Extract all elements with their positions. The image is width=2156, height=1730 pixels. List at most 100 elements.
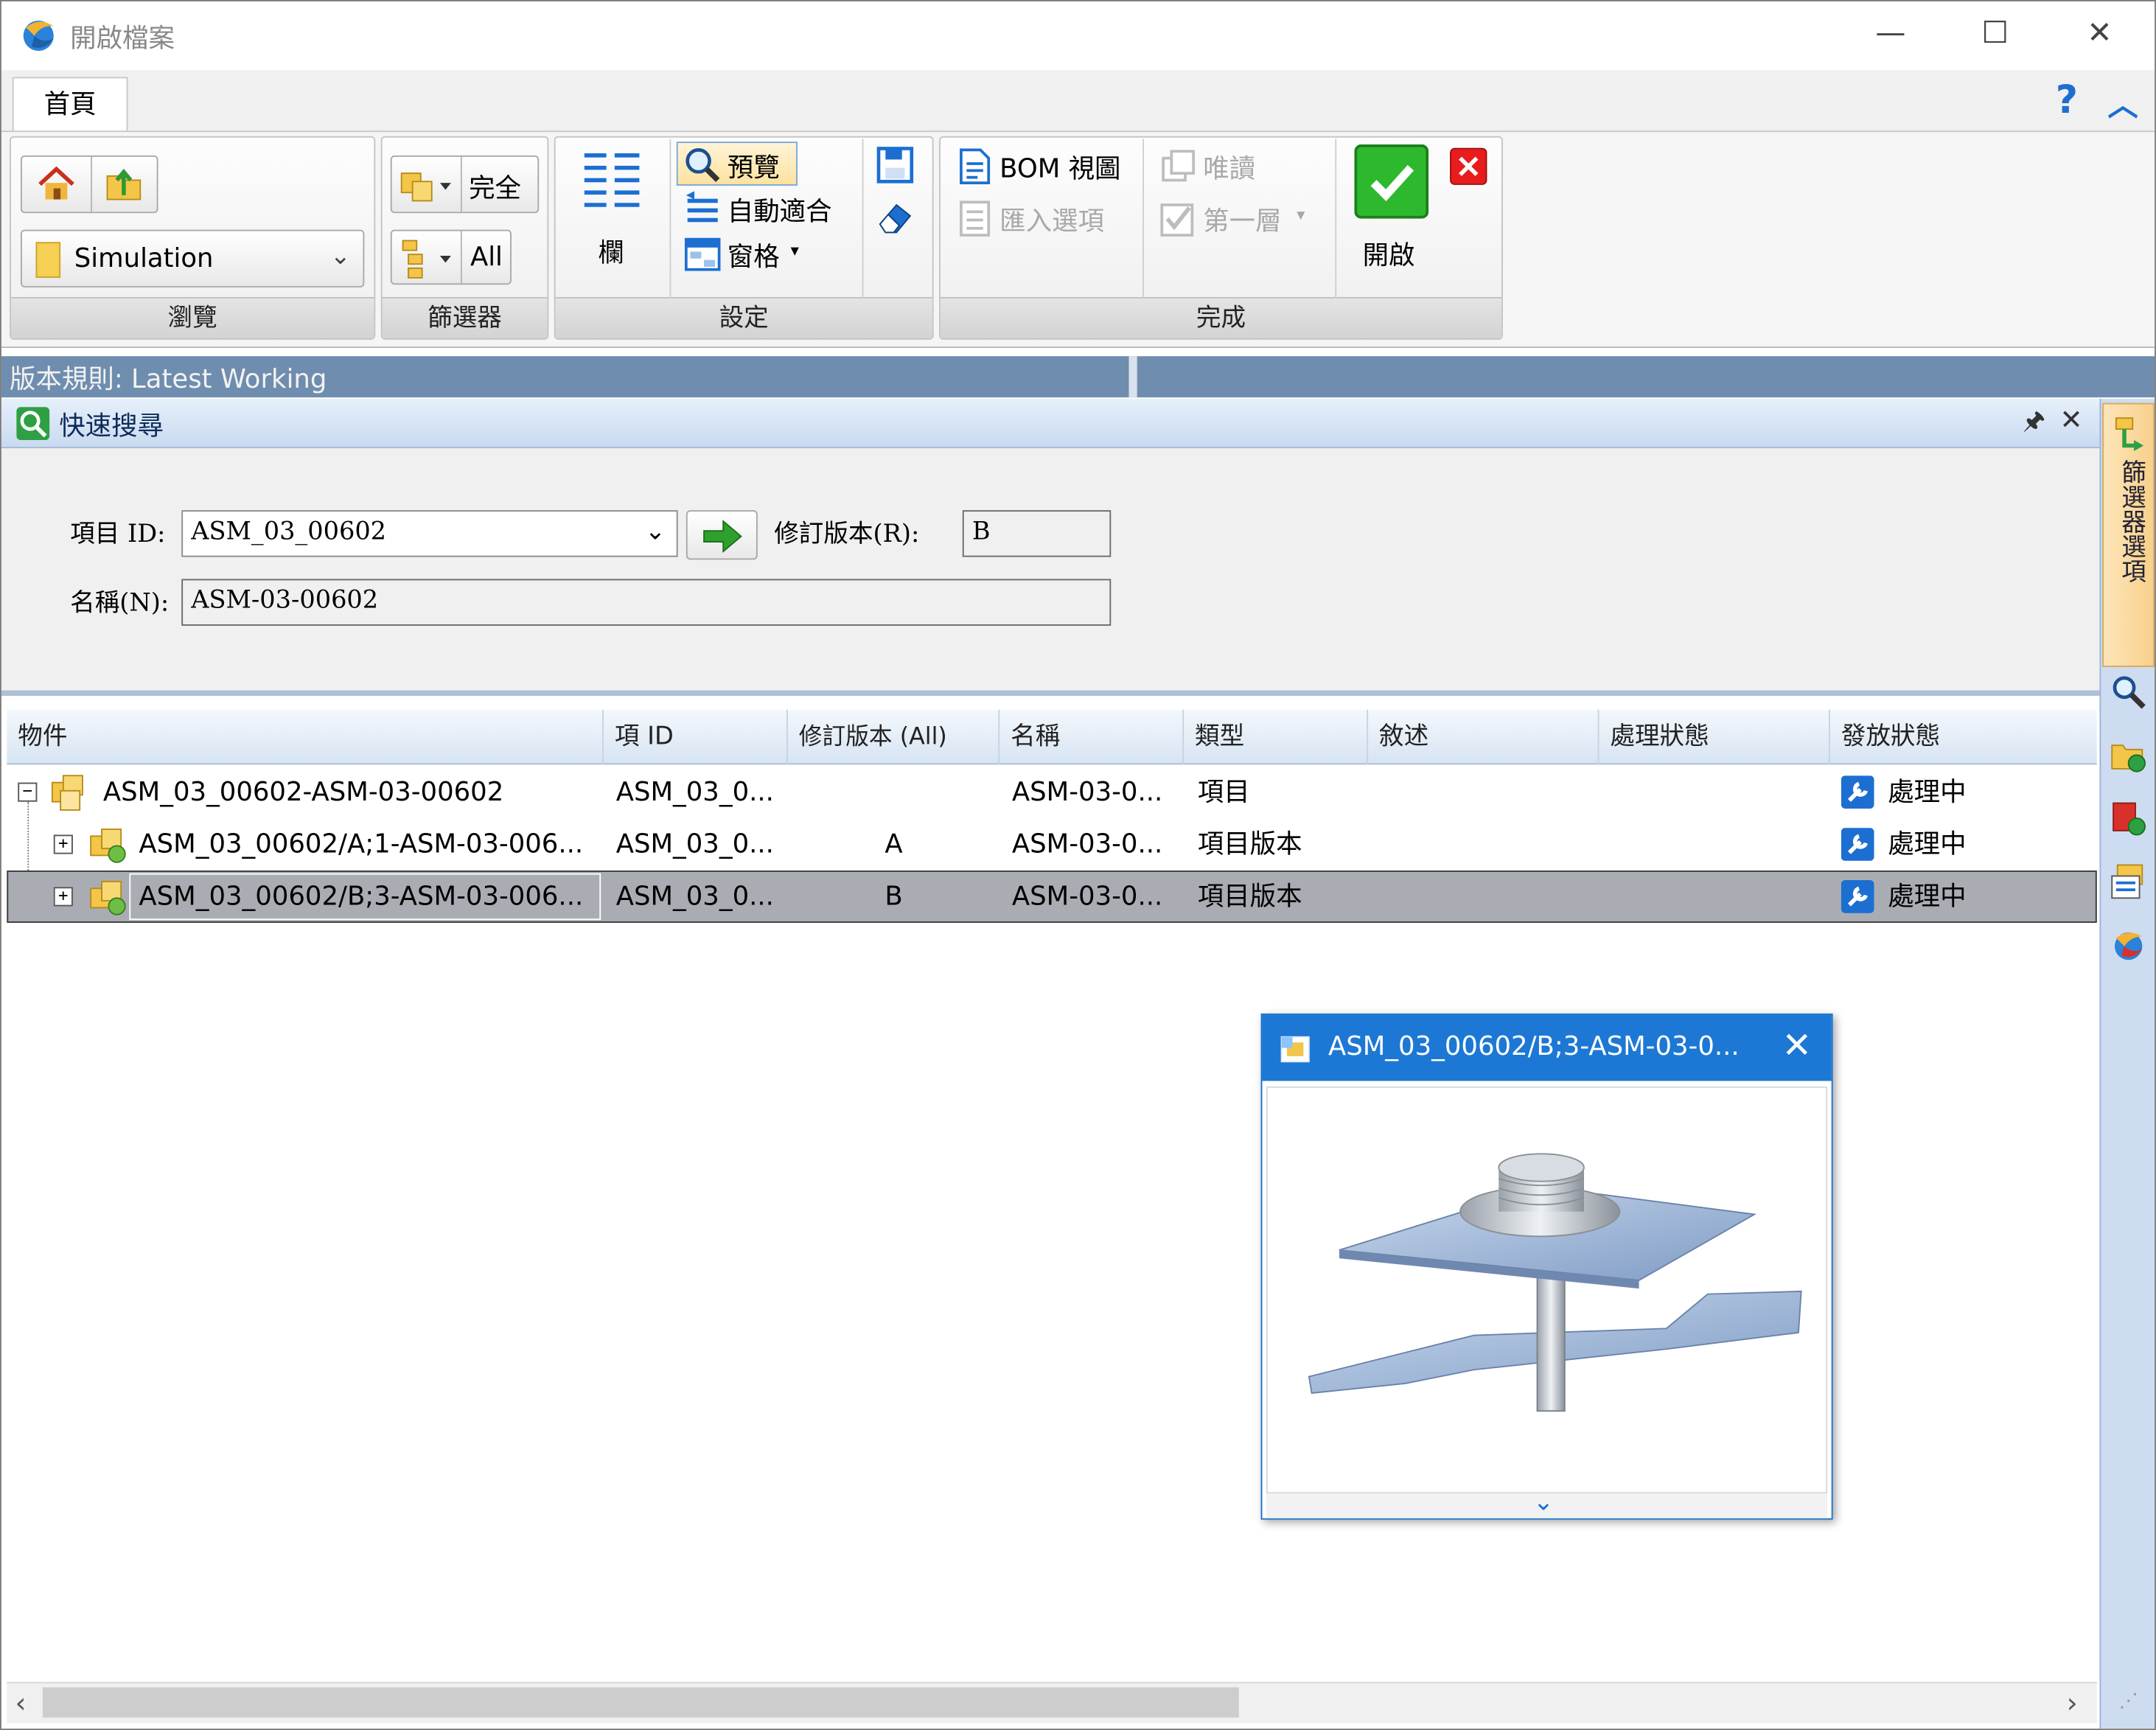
cell-type: 項目 <box>1197 777 1250 808</box>
search-icon[interactable] <box>2110 672 2148 711</box>
magnifier-icon <box>685 148 720 183</box>
scroll-right-icon[interactable]: › <box>2067 1686 2078 1719</box>
maximize-icon[interactable]: ☐ <box>1967 15 2023 57</box>
filter-tree-button[interactable] <box>397 237 455 281</box>
save-layout-icon[interactable] <box>874 144 915 186</box>
column-header-revision[interactable]: 修訂版本 (All) <box>788 709 1000 765</box>
folder-settings-icon[interactable] <box>2110 736 2148 774</box>
close-preview-icon[interactable]: ✕ <box>1782 1026 1813 1067</box>
home-icon[interactable] <box>36 165 77 203</box>
assembly-preview-image <box>1308 1153 1802 1412</box>
import-options-icon <box>960 200 991 237</box>
properties-icon[interactable] <box>2110 862 2148 901</box>
tree-icon <box>402 240 451 279</box>
preview-label: 預覽 <box>727 153 780 184</box>
columns-button[interactable]: 欄 <box>568 144 658 282</box>
cell-revision <box>788 766 999 818</box>
browse-group-label: 瀏覽 <box>10 296 374 338</box>
filter-group-label: 篩選器 <box>382 296 548 338</box>
search-go-button[interactable] <box>685 510 758 560</box>
column-header-item-id[interactable]: 項 ID <box>604 709 788 765</box>
pane-icon <box>684 237 721 271</box>
preview-expand-bar[interactable]: ⌄ <box>1266 1488 1828 1518</box>
collapse-ribbon-icon[interactable]: ︿ <box>2108 81 2138 125</box>
close-window-icon[interactable]: ✕ <box>2072 15 2127 57</box>
column-header-description[interactable]: 敘述 <box>1368 709 1599 765</box>
column-header-release-status[interactable]: 發放狀態 <box>1830 710 2097 765</box>
bom-view-button[interactable]: BOM 視圖 <box>955 144 1134 189</box>
preview-popup[interactable]: ASM_03_00602/B;3-ASM-03-0... ✕ ⌄ <box>1260 1014 1833 1520</box>
bom-document-icon <box>960 148 991 185</box>
expand-node-icon[interactable]: + <box>53 834 73 854</box>
window-title: 開啟檔案 <box>70 23 175 54</box>
open-label: 開啟 <box>1362 240 1415 271</box>
item-id-combobox[interactable]: ASM_03_00602 ⌄ <box>181 510 678 557</box>
pane-button[interactable]: 窗格 ▾ <box>680 235 818 276</box>
preview-button[interactable]: 預覽 <box>676 142 798 186</box>
bom-view-label: BOM 視圖 <box>999 153 1121 185</box>
item-id-value: ASM_03_00602 <box>191 517 387 546</box>
pane-dropdown-arrow-icon: ▾ <box>790 240 799 260</box>
scrollbar-thumb[interactable] <box>42 1687 1239 1718</box>
table-row[interactable]: − ASM_03_00602-ASM-03-00602 ASM_03_0... … <box>7 766 2096 899</box>
tab-home[interactable]: 首頁 <box>12 77 128 133</box>
minimize-icon[interactable]: — <box>1863 15 1919 57</box>
filter-options-tab[interactable]: 篩選器選項 <box>2102 402 2155 667</box>
table-row-selected[interactable]: + ASM_03_00602/B;3-ASM-03-006... ASM_03_… <box>7 870 2097 923</box>
chevron-down-icon: ⌄ <box>329 242 351 271</box>
finish-group-label: 完成 <box>940 296 1502 338</box>
filter-all-button[interactable]: All <box>470 242 503 272</box>
open-button[interactable]: 開啟 <box>1349 144 1434 282</box>
cell-release-status: 處理中 <box>1888 881 1967 912</box>
column-header-process-status[interactable]: 處理狀態 <box>1599 709 1830 765</box>
wrench-status-icon <box>1841 880 1874 913</box>
preview-image-area <box>1266 1086 1828 1494</box>
help-icon[interactable]: ? <box>2056 77 2078 122</box>
readonly-button[interactable]: 唯讀 <box>1157 144 1308 189</box>
cell-type: 項目版本 <box>1197 829 1302 860</box>
location-dropdown[interactable]: Simulation ⌄ <box>20 229 365 287</box>
cancel-icon[interactable] <box>1449 147 1487 186</box>
cell-name: ASM-03-0... <box>1011 777 1163 808</box>
filter-level-control: All <box>390 229 512 285</box>
revision-label: 修訂版本(R): <box>774 520 920 549</box>
cell-name: ASM-03-0... <box>1011 829 1163 860</box>
filter-object-type-button[interactable] <box>397 165 455 206</box>
autofit-button[interactable]: 自動適合 <box>680 189 859 231</box>
column-header-type[interactable]: 類型 <box>1184 709 1369 765</box>
columns-icon <box>584 153 640 207</box>
column-header-object[interactable]: 物件 <box>7 709 604 765</box>
red-item-settings-icon[interactable] <box>2110 799 2148 837</box>
revision-field[interactable]: B <box>962 510 1112 557</box>
app-swirl-icon[interactable] <box>2110 926 2148 964</box>
close-panel-icon[interactable]: ✕ <box>2059 403 2082 436</box>
cell-type: 項目版本 <box>1197 881 1302 912</box>
quick-search-title: 快速搜尋 <box>59 411 164 442</box>
readonly-icon <box>1162 150 1196 182</box>
cell-object: ASM_03_00602/A;1-ASM-03-006... <box>139 829 584 860</box>
first-level-button[interactable]: 第一層 ▾ <box>1157 197 1322 241</box>
import-options-label: 匯入選項 <box>999 206 1104 237</box>
version-rule-separator <box>1128 356 1137 398</box>
item-revision-icon <box>90 880 126 915</box>
import-options-button[interactable]: 匯入選項 <box>955 197 1134 241</box>
scroll-left-icon[interactable]: ‹ <box>15 1686 27 1719</box>
table-row[interactable]: + ASM_03_00602/A;1-ASM-03-006... ASM_03_… <box>7 818 2096 871</box>
open-folder-up-icon[interactable] <box>105 165 146 203</box>
autofit-icon <box>685 191 718 223</box>
collapse-node-icon[interactable]: − <box>18 782 38 802</box>
first-level-dropdown-arrow-icon: ▾ <box>1297 204 1305 225</box>
pin-icon[interactable]: 🖈 <box>2023 405 2045 446</box>
eraser-icon[interactable] <box>874 197 915 238</box>
name-field[interactable]: ASM-03-00602 <box>181 579 1112 626</box>
cell-item-id: ASM_03_0... <box>615 881 774 912</box>
cell-object: ASM_03_00602/B;3-ASM-03-006... <box>139 881 584 912</box>
expand-node-icon[interactable]: + <box>53 887 73 907</box>
wrench-status-icon <box>1841 828 1874 861</box>
item-id-label: 項目 ID: <box>70 520 166 549</box>
folder-icon <box>35 242 61 278</box>
filter-complete-button[interactable]: 完全 <box>469 168 521 205</box>
version-rule-text: 版本規則: Latest Working <box>10 364 327 395</box>
resize-grip-icon[interactable]: ⋰ <box>2119 1690 2149 1720</box>
column-header-name[interactable]: 名稱 <box>999 709 1185 765</box>
